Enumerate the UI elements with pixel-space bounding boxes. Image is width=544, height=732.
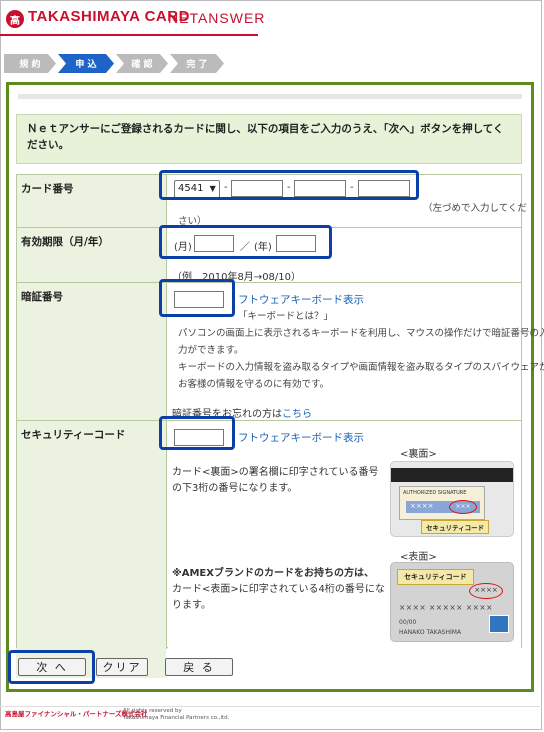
card-front-image: セキュリティコード ×××× ×××× ××××× ×××× 00/00 HAN… <box>390 562 514 642</box>
pin-desc-1: パソコンの画面上に表示されるキーボードを利用し、マウスの操作だけで暗証番号の入 <box>178 328 544 339</box>
amex-note-1: ※AMEXブランドのカードをお持ちの方は、 <box>172 564 374 579</box>
brand-title: TAKASHIMAYA CARD <box>28 8 190 25</box>
card-back-image: AUTHORIZED SIGNATURE ×××× ××× セキュリティコード <box>390 461 514 537</box>
row-security-code: セキュリティーコード フトウェアキーボード表示 <裏面> カード<裏面>の署名欄… <box>17 420 521 649</box>
label-expiry: 有効期限（月/年） <box>17 228 167 283</box>
step-terms: 規 約 <box>4 54 56 73</box>
amex-note-2: カード<表面>に印字されている4桁の番号にな <box>172 584 385 595</box>
highlight-next-button <box>8 650 95 684</box>
back-security-tag: セキュリティコード <box>421 520 490 534</box>
highlight-expiry <box>159 225 332 259</box>
front-card-name: HANAKO TAKASHIMA <box>399 629 462 636</box>
pin-desc-3: キーボードの入力情報を盗み取るタイプや画面情報を盗み取るタイプのスパイウェアから <box>178 362 544 373</box>
highlight-pin <box>159 279 235 317</box>
step-complete: 完 了 <box>170 54 224 73</box>
value-security-code: フトウェアキーボード表示 <裏面> カード<裏面>の署名欄に印字されている番号 … <box>168 421 521 649</box>
amex-note-3: ります。 <box>172 600 211 611</box>
pin-desc-2: 力ができます。 <box>178 345 244 356</box>
highlight-card-number <box>159 170 419 200</box>
step-apply: 申 込 <box>58 54 114 73</box>
front-card-expiry: 00/00 <box>399 619 417 626</box>
card-back-label: <裏面> <box>400 449 437 460</box>
footer-copyright: All rights reserved by Takashimaya Finan… <box>123 708 229 722</box>
back-description-2: の下3桁の番号になります。 <box>172 483 298 494</box>
amex-logo-icon <box>489 615 509 633</box>
back-button[interactable]: 戻 る <box>165 658 233 676</box>
front-card-number: ×××× ××××× ×××× <box>399 603 493 612</box>
amex-note-1-text: ※AMEXブランドのカードをお持ちの方は、 <box>172 568 374 579</box>
clear-button[interactable]: クリア <box>96 658 148 676</box>
pin-forgot-link[interactable]: こちら <box>282 409 312 420</box>
label-card-number: カード番号 <box>17 175 167 227</box>
back-code-circle: ××× <box>449 500 477 514</box>
front-code-circle: ×××× <box>469 583 503 599</box>
card-number-note: （左づめで入力してくだ <box>423 203 527 214</box>
pin-desc-4: お客様の情報を守るのに有効です。 <box>178 379 330 390</box>
magnetic-stripe <box>391 468 513 482</box>
pin-software-keyboard-link[interactable]: フトウェアキーボード表示 <box>238 292 364 307</box>
service-title: NETANSWER <box>168 10 266 26</box>
card-front-label: <表面> <box>400 552 437 563</box>
intro-message: Ｎｅｔアンサーにご登録されるカードに関し、以下の項目をご入力のうえ、「次へ」ボタ… <box>16 114 522 164</box>
label-pin: 暗証番号 <box>17 283 167 421</box>
footer-rights-2: Takashimaya Financial Partners co.,ltd. <box>123 715 230 721</box>
back-description-1: カード<裏面>の署名欄に印字されている番号 <box>172 467 379 478</box>
signature-label: AUTHORIZED SIGNATURE <box>403 490 467 496</box>
takashimaya-logo-icon: 高 <box>6 10 24 28</box>
label-security-code: セキュリティーコード <box>17 421 167 649</box>
form-table: カード番号 4541 ▼ - - - （左づめで入力してくだ さい） 有効期限（… <box>16 170 544 649</box>
security-software-keyboard-link[interactable]: フトウェアキーボード表示 <box>238 430 364 445</box>
front-security-tag: セキュリティコード <box>397 569 474 585</box>
panel-topbar <box>18 94 522 99</box>
footer-rights-1: All rights reserved by <box>123 708 182 714</box>
header: 高 TAKASHIMAYA CARD NETANSWER <box>0 0 264 38</box>
signature-mask: ×××× <box>410 502 434 510</box>
header-divider <box>0 34 258 36</box>
pin-what-is-keyboard: 「キーボードとは？」 <box>238 311 334 322</box>
highlight-security-code <box>159 416 235 450</box>
row-pin: 暗証番号 フトウェアキーボード表示 「キーボードとは？」 パソコンの画面上に表示… <box>17 282 544 421</box>
